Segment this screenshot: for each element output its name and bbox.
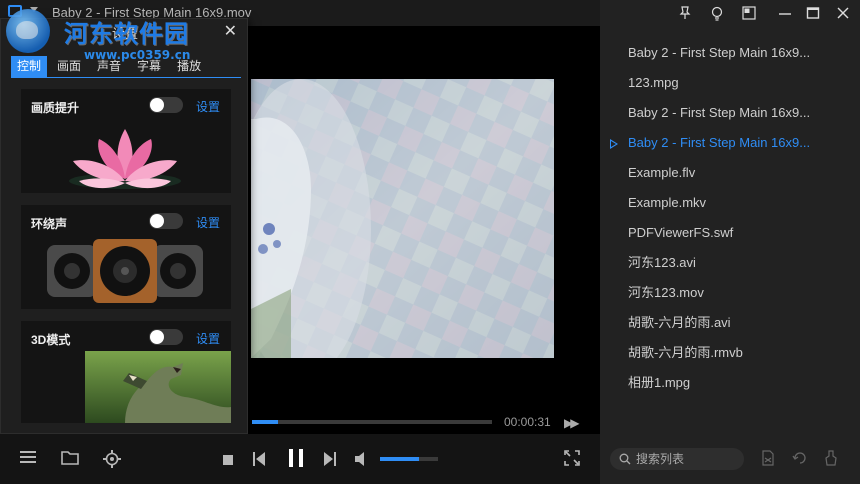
close-icon[interactable]: ✕ bbox=[224, 21, 237, 41]
volume-icon[interactable] bbox=[354, 452, 370, 471]
playlist-item-label: Baby 2 - First Step Main 16x9... bbox=[628, 45, 811, 60]
surround-settings-link[interactable]: 设置 bbox=[196, 214, 220, 231]
dinosaur-image bbox=[85, 351, 231, 423]
minimize-icon[interactable] bbox=[778, 6, 792, 25]
playlist-item-label: PDFViewerFS.swf bbox=[628, 225, 734, 240]
control-bar bbox=[0, 434, 600, 484]
current-time: 00:00:31 bbox=[504, 415, 551, 429]
fast-forward-icon[interactable]: ▶▶ bbox=[564, 416, 580, 430]
surround-toggle[interactable] bbox=[149, 213, 183, 229]
playlist-item-label: 相册1.mpg bbox=[628, 375, 691, 390]
playlist-item[interactable]: 123.mpg bbox=[600, 68, 860, 98]
pin-icon[interactable] bbox=[678, 6, 692, 25]
feature-card-surround: 环绕声 设置 bbox=[21, 205, 231, 309]
playlist-item-label: 胡歌-六月的雨.avi bbox=[628, 315, 731, 330]
tab-picture[interactable]: 画面 bbox=[51, 56, 87, 77]
watermark-logo bbox=[6, 9, 50, 53]
playlist-item[interactable]: 河东123.avi bbox=[600, 248, 860, 278]
pause-icon[interactable] bbox=[287, 448, 305, 473]
clean-icon[interactable] bbox=[823, 450, 839, 471]
picture-enhance-settings-link[interactable]: 设置 bbox=[196, 98, 220, 115]
tab-control[interactable]: 控制 bbox=[11, 56, 48, 77]
playlist-item-label: 河东123.avi bbox=[628, 255, 696, 270]
search-icon bbox=[619, 453, 631, 465]
seek-bar[interactable] bbox=[252, 420, 492, 424]
playlist-item[interactable]: Baby 2 - First Step Main 16x9... bbox=[600, 98, 860, 128]
volume-slider-fill bbox=[380, 457, 420, 461]
playlist-item[interactable]: Example.flv bbox=[600, 158, 860, 188]
playlist-item-label: Example.mkv bbox=[628, 195, 707, 210]
3d-mode-toggle[interactable] bbox=[149, 329, 183, 345]
playlist: Baby 2 - First Step Main 16x9... 123.mpg B… bbox=[600, 38, 860, 398]
playlist-item-label: Baby 2 - First Step Main 16x9... bbox=[628, 135, 811, 150]
feature-card-3d: 3D模式 设置 bbox=[21, 321, 231, 423]
playlist-item[interactable]: 胡歌-六月的雨.rmvb bbox=[600, 338, 860, 368]
file-filter-icon[interactable] bbox=[761, 450, 775, 471]
feature-label: 画质提升 bbox=[31, 101, 80, 115]
seek-bar-fill bbox=[252, 420, 279, 424]
playlist-item[interactable]: 相册1.mpg bbox=[600, 368, 860, 398]
playlist-item-label: 123.mpg bbox=[628, 75, 679, 90]
pip-icon[interactable] bbox=[742, 6, 756, 25]
volume-slider[interactable] bbox=[380, 457, 438, 461]
playlist-item[interactable]: Example.mkv bbox=[600, 188, 860, 218]
video-image bbox=[251, 79, 554, 358]
playlist-item-label: 河东123.mov bbox=[628, 285, 704, 300]
playlist-panel: Baby 2 - First Step Main 16x9... 123.mpg B… bbox=[600, 0, 860, 484]
stop-icon[interactable] bbox=[222, 453, 234, 471]
search-input[interactable] bbox=[636, 451, 736, 467]
feature-label: 环绕声 bbox=[31, 217, 68, 231]
feature-label: 3D模式 bbox=[31, 333, 71, 347]
speakers-image bbox=[47, 239, 203, 303]
maximize-icon[interactable] bbox=[806, 6, 820, 25]
playlist-item-label: Baby 2 - First Step Main 16x9... bbox=[628, 105, 811, 120]
menu-icon[interactable] bbox=[20, 450, 36, 469]
video-frame[interactable] bbox=[251, 79, 554, 358]
close-icon[interactable] bbox=[836, 6, 850, 25]
lotus-image bbox=[69, 129, 181, 189]
playlist-item[interactable]: 河东123.mov bbox=[600, 278, 860, 308]
player-window: Baby 2 - First Step Main 16x9.mov 设置 ✕ 控… bbox=[0, 0, 860, 484]
repeat-icon[interactable] bbox=[792, 450, 808, 471]
watermark-url: www.pc0359.cn bbox=[84, 48, 191, 62]
folder-icon[interactable] bbox=[61, 450, 79, 470]
playlist-item-label: 胡歌-六月的雨.rmvb bbox=[628, 345, 743, 360]
playlist-item[interactable]: Baby 2 - First Step Main 16x9... bbox=[600, 128, 860, 158]
now-playing-icon bbox=[610, 139, 618, 149]
playlist-item[interactable]: Baby 2 - First Step Main 16x9... bbox=[600, 38, 860, 68]
fullscreen-icon[interactable] bbox=[564, 450, 580, 471]
window-controls bbox=[600, 6, 860, 26]
playlist-item-label: Example.flv bbox=[628, 165, 696, 180]
watermark-text: 河东软件园 bbox=[64, 19, 189, 48]
gear-icon[interactable] bbox=[103, 450, 121, 473]
playlist-item[interactable]: PDFViewerFS.swf bbox=[600, 218, 860, 248]
playlist-item[interactable]: 胡歌-六月的雨.avi bbox=[600, 308, 860, 338]
feature-card-picture: 画质提升 设置 bbox=[21, 89, 231, 193]
3d-mode-settings-link[interactable]: 设置 bbox=[196, 330, 220, 347]
bulb-icon[interactable] bbox=[710, 6, 724, 26]
playlist-search[interactable] bbox=[610, 448, 744, 470]
picture-enhance-toggle[interactable] bbox=[149, 97, 183, 113]
settings-panel: 设置 ✕ 控制 画面 声音 字幕 播放 画质提升 设置 环绕声 设置 3D模式 … bbox=[0, 18, 248, 434]
prev-icon[interactable] bbox=[252, 451, 266, 472]
next-icon[interactable] bbox=[323, 451, 337, 472]
